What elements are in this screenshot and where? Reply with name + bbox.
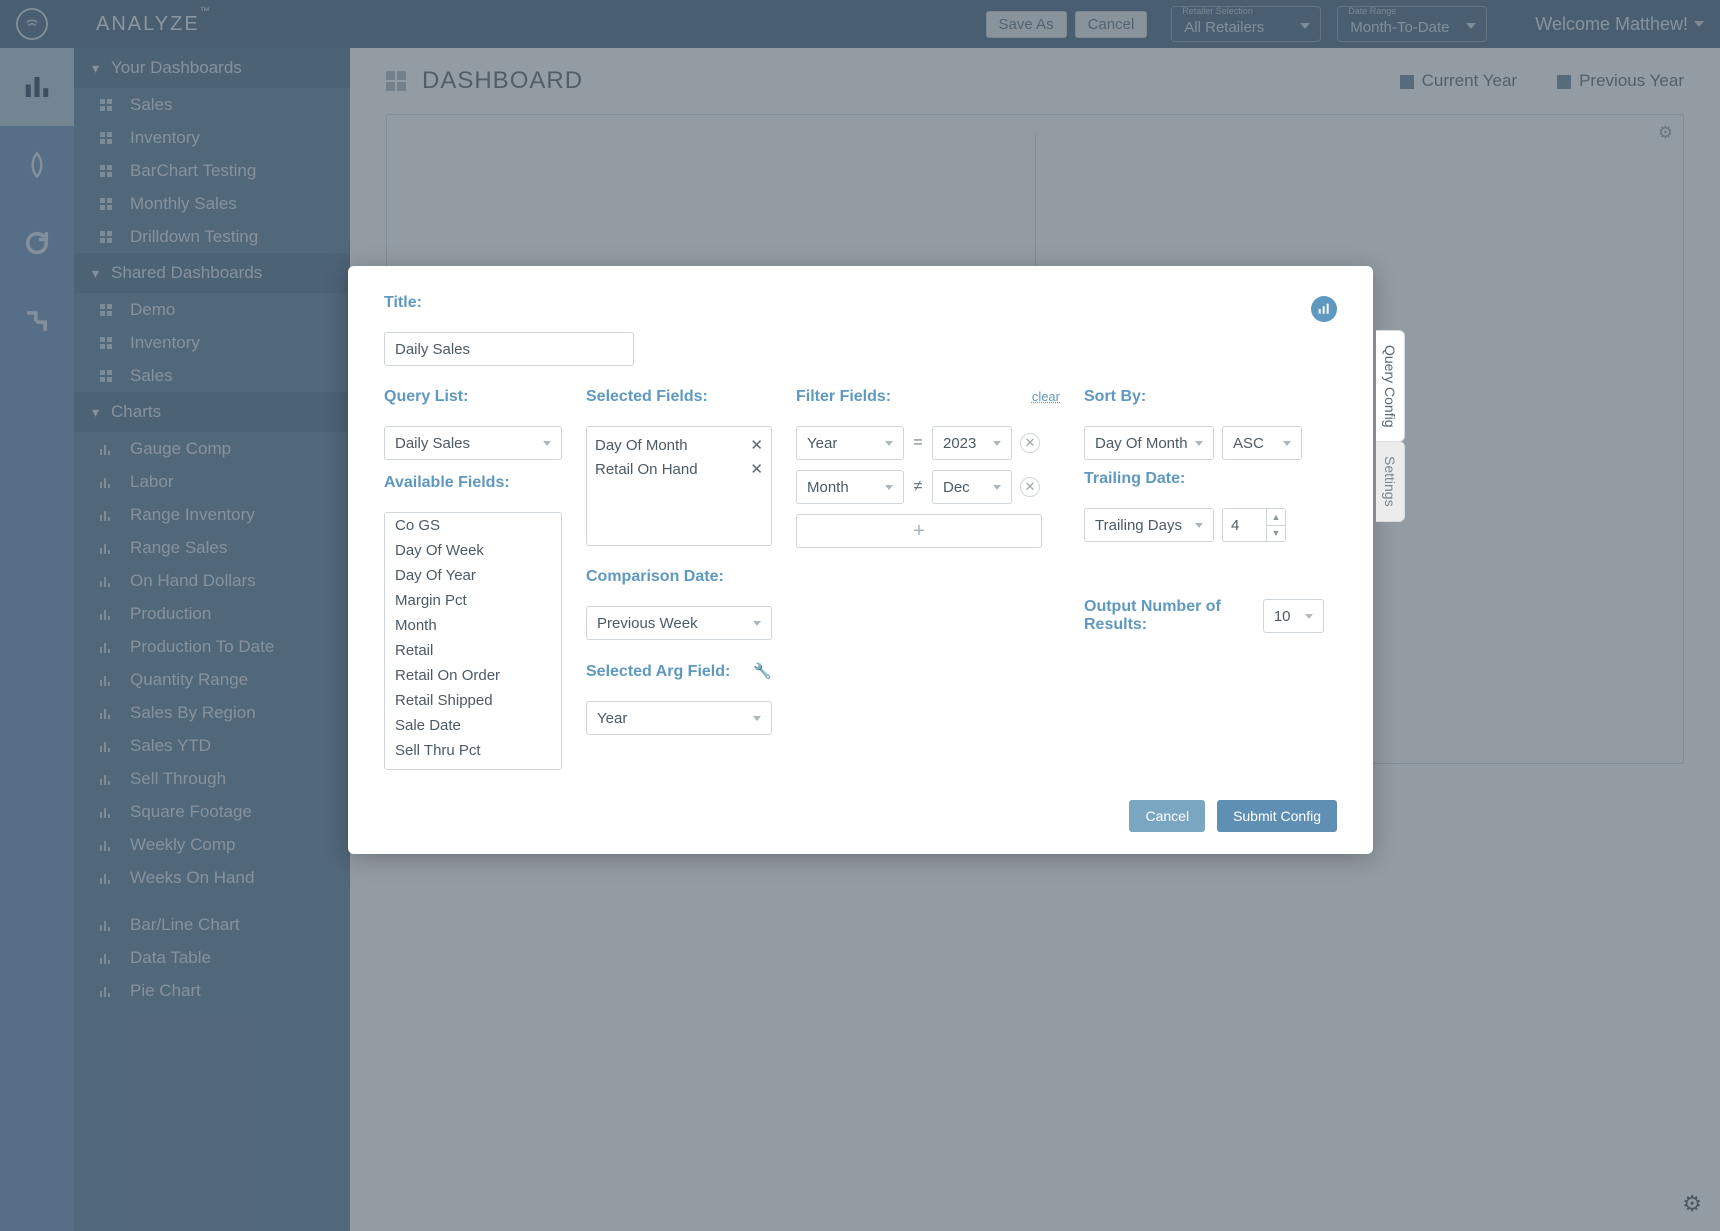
- selected-arg-field-select[interactable]: Year: [586, 701, 772, 735]
- query-list-label: Query List:: [384, 388, 562, 406]
- selected-fields-label: Selected Fields:: [586, 388, 772, 406]
- available-field-item[interactable]: Sell Thru Pct: [385, 738, 561, 763]
- caret-down-icon: [753, 716, 761, 721]
- caret-down-icon: [543, 441, 551, 446]
- available-fields-listbox[interactable]: Co GSDay Of WeekDay Of YearMargin PctMon…: [384, 512, 562, 770]
- filter-value-select[interactable]: Dec: [932, 470, 1012, 504]
- add-filter-button[interactable]: +: [796, 514, 1042, 548]
- remove-field-icon[interactable]: ✕: [750, 436, 763, 454]
- caret-down-icon: [1305, 614, 1313, 619]
- selected-field-row: Day Of Month ✕: [595, 433, 763, 457]
- modal-submit-button[interactable]: Submit Config: [1217, 800, 1337, 832]
- selected-field-row: Retail On Hand ✕: [595, 457, 763, 481]
- filter-row: Year = 2023 ✕: [796, 426, 1060, 460]
- caret-down-icon: [1195, 441, 1203, 446]
- modal-footer: Cancel Submit Config: [384, 800, 1337, 832]
- available-field-item[interactable]: Retail: [385, 638, 561, 663]
- title-input[interactable]: [384, 332, 634, 366]
- sort-by-label: Sort By:: [1084, 388, 1324, 406]
- preview-icon[interactable]: [1311, 296, 1337, 322]
- filter-field-select[interactable]: Year: [796, 426, 904, 460]
- available-field-item[interactable]: Co GS: [385, 513, 561, 538]
- output-number-label: Output Number of Results:: [1084, 598, 1251, 634]
- caret-down-icon: [1195, 523, 1203, 528]
- trailing-date-label: Trailing Date:: [1084, 470, 1324, 488]
- remove-filter-icon[interactable]: ✕: [1020, 477, 1040, 497]
- selected-field-label: Retail On Hand: [595, 461, 698, 478]
- filter-fields-label: Filter Fields:: [796, 388, 891, 406]
- trailing-type-select[interactable]: Trailing Days: [1084, 508, 1214, 542]
- selected-field-label: Day Of Month: [595, 437, 688, 454]
- sort-direction-select[interactable]: ASC: [1222, 426, 1302, 460]
- available-field-item[interactable]: Retail Shipped: [385, 688, 561, 713]
- stepper-up-icon[interactable]: ▲: [1267, 509, 1285, 526]
- available-field-item[interactable]: Margin Pct: [385, 588, 561, 613]
- wrench-icon[interactable]: 🔧: [753, 662, 772, 680]
- caret-down-icon: [885, 441, 893, 446]
- query-config-modal: Query Config Settings Title: Query List:…: [348, 266, 1373, 854]
- output-number-select[interactable]: 10: [1263, 599, 1324, 633]
- comparison-date-label: Comparison Date:: [586, 568, 772, 586]
- tab-settings[interactable]: Settings: [1376, 441, 1405, 522]
- available-field-item[interactable]: Day Of Week: [385, 538, 561, 563]
- available-field-item[interactable]: Month: [385, 613, 561, 638]
- selected-arg-field-label: Selected Arg Field:: [586, 663, 730, 681]
- trailing-value-input[interactable]: [1222, 508, 1266, 542]
- filter-operator: ≠: [912, 478, 924, 496]
- caret-down-icon: [993, 441, 1001, 446]
- caret-down-icon: [885, 485, 893, 490]
- filter-field-select[interactable]: Month: [796, 470, 904, 504]
- filter-value-select[interactable]: 2023: [932, 426, 1012, 460]
- remove-field-icon[interactable]: ✕: [750, 460, 763, 478]
- modal-cancel-button[interactable]: Cancel: [1129, 800, 1205, 832]
- title-label: Title:: [384, 294, 1337, 312]
- caret-down-icon: [753, 621, 761, 626]
- available-field-item[interactable]: Units Discarded: [385, 763, 561, 770]
- available-field-item[interactable]: Retail On Order: [385, 663, 561, 688]
- trailing-value-stepper[interactable]: ▲▼: [1222, 508, 1286, 542]
- selected-fields-box: Day Of Month ✕ Retail On Hand ✕: [586, 426, 772, 546]
- query-list-select[interactable]: Daily Sales: [384, 426, 562, 460]
- comparison-date-select[interactable]: Previous Week: [586, 606, 772, 640]
- sort-field-select[interactable]: Day Of Month: [1084, 426, 1214, 460]
- available-fields-label: Available Fields:: [384, 474, 562, 492]
- stepper-down-icon[interactable]: ▼: [1267, 526, 1285, 542]
- caret-down-icon: [993, 485, 1001, 490]
- available-field-item[interactable]: Sale Date: [385, 713, 561, 738]
- clear-filters-link[interactable]: clear: [1032, 389, 1060, 404]
- remove-filter-icon[interactable]: ✕: [1020, 433, 1040, 453]
- filter-operator: =: [912, 434, 924, 452]
- available-field-item[interactable]: Day Of Year: [385, 563, 561, 588]
- filter-row: Month ≠ Dec ✕: [796, 470, 1060, 504]
- caret-down-icon: [1283, 441, 1291, 446]
- modal-side-tabs: Query Config Settings: [1376, 330, 1405, 522]
- tab-query-config[interactable]: Query Config: [1376, 330, 1405, 442]
